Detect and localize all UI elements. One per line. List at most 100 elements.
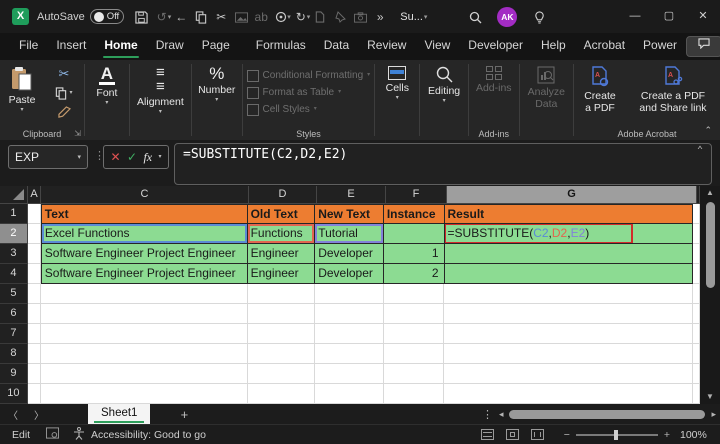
tab-home[interactable]: Home — [95, 33, 146, 60]
tab-help[interactable]: Help — [532, 33, 575, 60]
column-header-e[interactable]: E — [317, 186, 386, 204]
empty-cell[interactable] — [27, 344, 41, 364]
empty-cell[interactable] — [315, 324, 384, 344]
cell-e2[interactable]: Tutorial — [315, 224, 384, 244]
cell-d3[interactable]: Engineer — [247, 244, 316, 264]
cell-c2[interactable]: Excel Functions — [40, 224, 248, 244]
cell-g3[interactable] — [444, 244, 693, 264]
normal-view-icon[interactable] — [480, 429, 494, 440]
cell-f3[interactable]: 1 — [383, 244, 445, 264]
empty-cell[interactable] — [383, 284, 445, 304]
copy-dropdown-icon[interactable]: ▾ — [69, 90, 72, 96]
empty-cell[interactable] — [27, 324, 41, 344]
cancel-icon[interactable]: ✕ — [110, 150, 120, 164]
tab-data[interactable]: Data — [315, 33, 358, 60]
empty-cell[interactable] — [383, 324, 445, 344]
cell-d2[interactable]: Functions — [247, 224, 316, 244]
next-sheet-icon[interactable]: 〉 — [26, 407, 52, 422]
column-header-d[interactable]: D — [249, 186, 317, 204]
empty-cell[interactable] — [444, 384, 693, 404]
enter-icon[interactable]: ✓ — [127, 150, 137, 164]
empty-cell[interactable] — [383, 304, 445, 324]
document-title-dropdown[interactable]: Su... ▾ — [400, 11, 427, 23]
empty-cell[interactable] — [383, 364, 445, 384]
cell-c1[interactable]: Text — [40, 204, 248, 224]
vertical-scrollbar[interactable]: ▲ ▼ — [700, 186, 720, 404]
column-header-f[interactable]: F — [386, 186, 447, 204]
formula-input[interactable]: =SUBSTITUTE(C2,D2,E2) ⌃ — [174, 143, 712, 185]
zoom-slider[interactable] — [575, 429, 658, 440]
lightbulb-icon[interactable] — [529, 9, 549, 24]
empty-cell[interactable] — [444, 364, 693, 384]
zoom-level[interactable]: 100% — [680, 429, 720, 441]
cell-g2[interactable]: =SUBSTITUTE(C2,D2,E2) — [444, 224, 693, 244]
row-header-7[interactable]: 7 — [0, 324, 28, 344]
empty-cell[interactable] — [247, 284, 316, 304]
editing-menu-button[interactable]: Editing ▾ — [420, 60, 468, 122]
alignment-dropdown-icon[interactable]: ▾ — [159, 109, 162, 115]
more-commands-icon[interactable]: » — [370, 10, 390, 24]
cells-dropdown-icon[interactable]: ▾ — [396, 95, 399, 101]
close-button[interactable]: ✕ — [686, 0, 720, 33]
number-menu-button[interactable]: % Number ▾ — [192, 60, 242, 122]
zoom-in-button[interactable]: + — [664, 429, 670, 441]
insert-function-icon[interactable]: fx — [143, 150, 152, 165]
tab-formulas[interactable]: Formulas — [247, 33, 315, 60]
cell-f4[interactable]: 2 — [383, 264, 445, 284]
zoom-slider-thumb[interactable] — [613, 429, 618, 440]
add-sheet-button[interactable]: + — [164, 407, 204, 422]
empty-cell[interactable] — [444, 304, 693, 324]
horizontal-scrollbar-thumb[interactable] — [509, 409, 706, 419]
tab-view[interactable]: View — [415, 33, 459, 60]
horizontal-scrollbar[interactable]: ⋮ ◂ ▸ — [482, 408, 720, 421]
empty-cell[interactable] — [383, 344, 445, 364]
cell-g4[interactable] — [444, 264, 693, 284]
empty-cell[interactable] — [247, 384, 316, 404]
cell-a2[interactable] — [27, 224, 41, 244]
accessibility-icon[interactable] — [73, 426, 85, 443]
cell-e4[interactable]: Developer — [315, 264, 384, 284]
row-header-4[interactable]: 4 — [0, 264, 28, 284]
empty-cell[interactable] — [247, 364, 316, 384]
macro-record-icon[interactable] — [46, 427, 59, 442]
cell-f1[interactable]: Instance — [383, 204, 445, 224]
tab-developer[interactable]: Developer — [459, 33, 532, 60]
scroll-left-icon[interactable]: ◂ — [499, 409, 504, 420]
sheet-tab-sheet1[interactable]: Sheet1 — [88, 404, 151, 424]
empty-cell[interactable] — [247, 304, 316, 324]
row-header-5[interactable]: 5 — [0, 284, 28, 304]
save-icon[interactable] — [132, 9, 152, 24]
cell-e1[interactable]: New Text — [315, 204, 384, 224]
search-icon[interactable] — [465, 9, 485, 24]
row-header-1[interactable]: 1 — [0, 204, 28, 224]
row-header-10[interactable]: 10 — [0, 384, 28, 404]
active-formula-cell[interactable]: =SUBSTITUTE(C2,D2,E2) — [444, 224, 633, 243]
paste-dropdown-icon[interactable]: ▾ — [20, 107, 23, 113]
create-pdf-button[interactable]: A Create a PDF — [574, 60, 626, 122]
clipboard-dialog-launcher-icon[interactable]: ⇲ — [74, 129, 81, 138]
scroll-right-icon[interactable]: ▸ — [711, 409, 716, 420]
fx-dropdown-icon[interactable]: ▾ — [159, 154, 162, 160]
font-menu-button[interactable]: A Font ▾ — [85, 60, 129, 122]
vertical-scrollbar-thumb[interactable] — [705, 202, 715, 288]
empty-cell[interactable] — [40, 304, 248, 324]
empty-cell[interactable] — [315, 304, 384, 324]
paste-button[interactable]: Paste ▾ — [0, 60, 44, 122]
cell-d4[interactable]: Engineer — [247, 264, 316, 284]
format-painter-button[interactable] — [44, 105, 84, 119]
cell-a4[interactable] — [27, 264, 41, 284]
empty-cell[interactable] — [27, 284, 41, 304]
alignment-menu-button[interactable]: ≡ ≡ Alignment ▾ — [130, 60, 191, 122]
empty-cell[interactable] — [27, 384, 41, 404]
empty-cell[interactable] — [27, 304, 41, 324]
empty-cell[interactable] — [315, 284, 384, 304]
font-dropdown-icon[interactable]: ▾ — [105, 100, 108, 106]
comments-button[interactable] — [686, 36, 720, 57]
tab-review[interactable]: Review — [358, 33, 415, 60]
cell-d1[interactable]: Old Text — [247, 204, 316, 224]
autosave-control[interactable]: AutoSave Off — [37, 9, 124, 24]
row-header-3[interactable]: 3 — [0, 244, 28, 264]
maximize-button[interactable]: ▢ — [652, 0, 686, 33]
copy-button[interactable]: ▾ — [44, 86, 84, 100]
cell-g1[interactable]: Result — [444, 204, 694, 224]
